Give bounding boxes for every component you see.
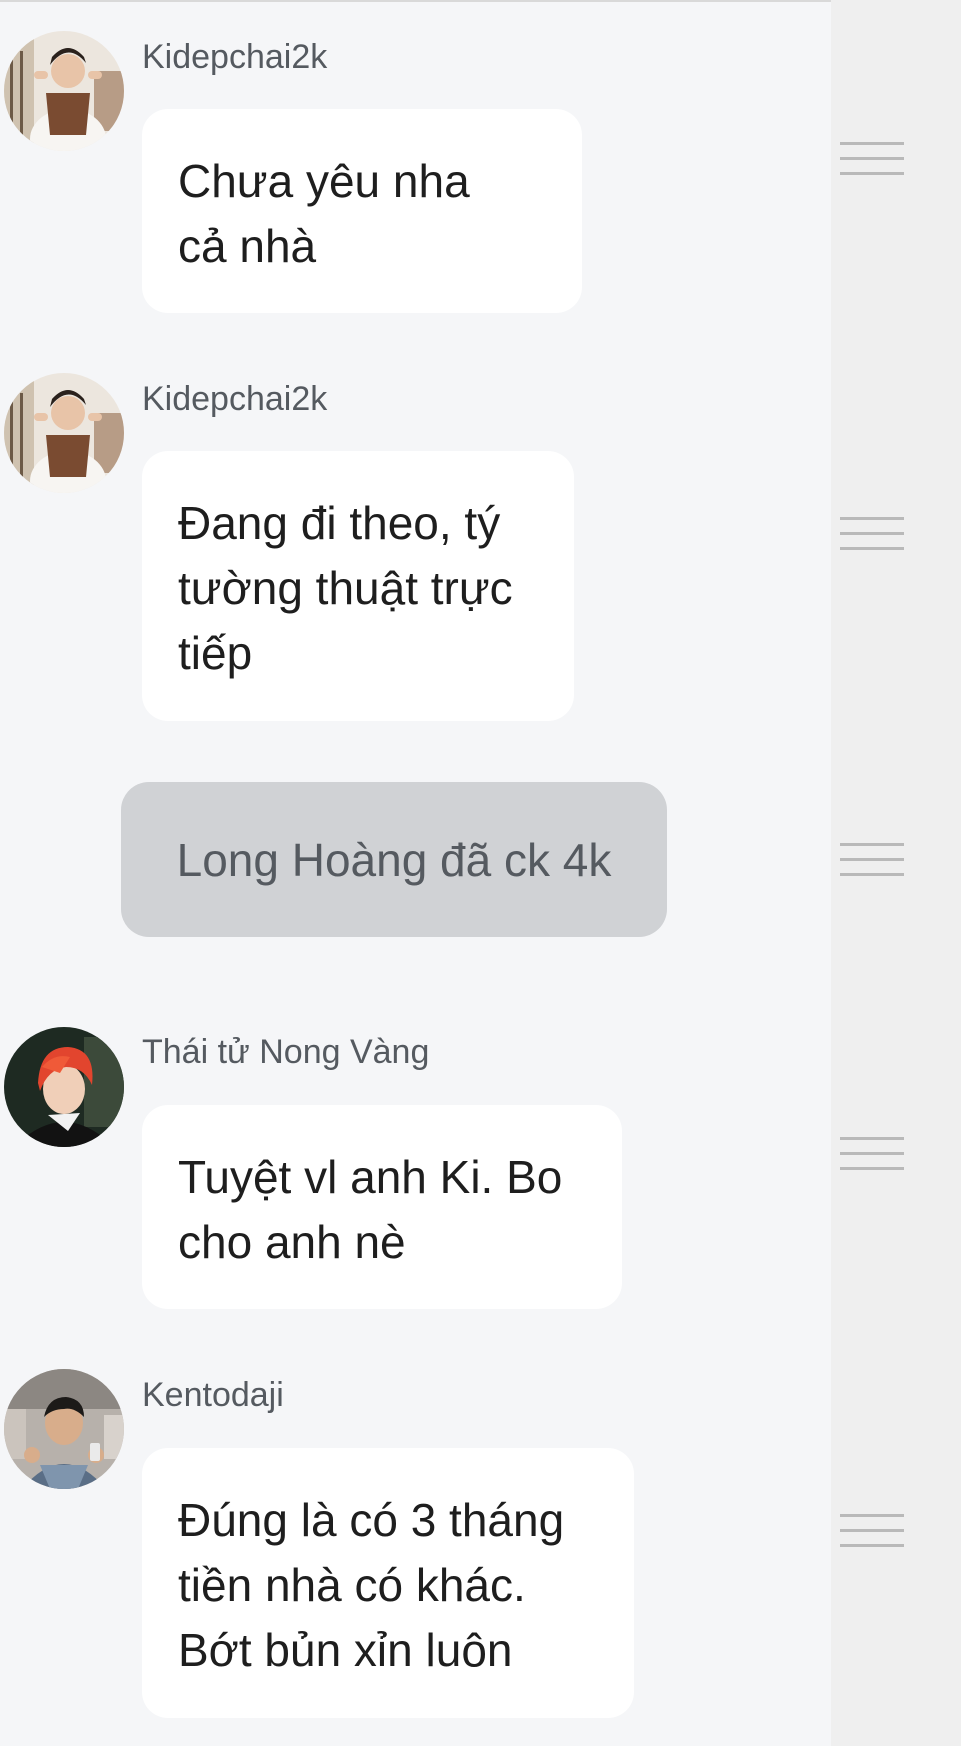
message-text: Đúng là có 3 tháng tiền nhà có khác. Bớt… <box>178 1494 565 1676</box>
top-divider <box>0 0 961 2</box>
drag-handle-icon[interactable] <box>840 1514 904 1548</box>
avatar[interactable] <box>4 1027 124 1147</box>
message-text: Tuyệt vl anh Ki. Bo cho anh nè <box>178 1151 563 1268</box>
user-avatar-icon <box>4 373 124 493</box>
drag-handle-icon[interactable] <box>840 1137 904 1171</box>
message-bubble[interactable]: Đang đi theo, tý tường thuật trực tiếp <box>142 451 574 721</box>
system-message-text: Long Hoàng đã ck 4k <box>176 833 612 886</box>
message-text: Đang đi theo, tý tường thuật trực tiếp <box>178 497 513 679</box>
message-bubble[interactable]: Chưa yêu nha cả nhà <box>142 109 582 313</box>
user-avatar-icon <box>4 1369 124 1489</box>
message-bubble[interactable]: Đúng là có 3 tháng tiền nhà có khác. Bớt… <box>142 1448 634 1718</box>
username[interactable]: Kidepchai2k <box>142 380 327 419</box>
message-text: Chưa yêu nha cả nhà <box>178 155 470 272</box>
avatar[interactable] <box>4 1369 124 1489</box>
username[interactable]: Thái tử Nong Vàng <box>142 1033 429 1072</box>
avatar[interactable] <box>4 373 124 493</box>
avatar[interactable] <box>4 31 124 151</box>
message-bubble[interactable]: Tuyệt vl anh Ki. Bo cho anh nè <box>142 1105 622 1309</box>
username[interactable]: Kidepchai2k <box>142 38 327 77</box>
drag-handle-icon[interactable] <box>840 142 904 176</box>
username[interactable]: Kentodaji <box>142 1376 284 1415</box>
system-message[interactable]: Long Hoàng đã ck 4k <box>121 782 667 937</box>
drag-handle-icon[interactable] <box>840 843 904 877</box>
user-avatar-icon <box>4 31 124 151</box>
drag-handle-icon[interactable] <box>840 517 904 551</box>
user-avatar-icon <box>4 1027 124 1147</box>
